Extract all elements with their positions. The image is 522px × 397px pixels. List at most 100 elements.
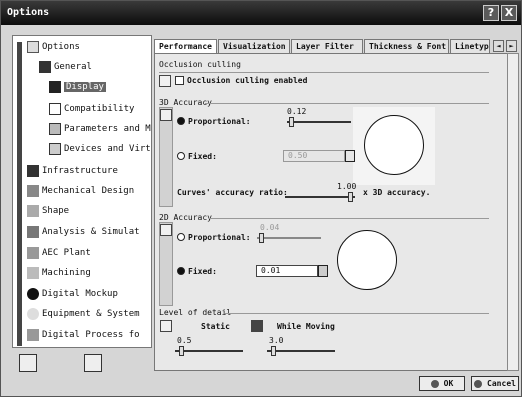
mechanical-design-icon	[27, 184, 39, 197]
tree-item-digital-process[interactable]: Digital Process fo	[27, 328, 140, 342]
tree-item-mechanical-design[interactable]: Mechanical Design	[27, 184, 134, 198]
curves-ratio-value: 1.00	[337, 182, 357, 191]
curves-ratio-thumb[interactable]	[348, 192, 353, 202]
lod-static-slider[interactable]	[175, 350, 243, 352]
export-options-icon[interactable]	[84, 354, 102, 372]
tree-root-label: Options	[42, 42, 80, 52]
accuracy3d-proportional-value: 0.12	[287, 107, 307, 116]
tree-item-label: Shape	[42, 206, 70, 216]
tree-item-label: Infrastructure	[42, 166, 118, 176]
display-icon	[49, 80, 61, 93]
accuracy3d-fixed-field[interactable]: 0.50	[283, 150, 345, 162]
occlusion-checkbox[interactable]	[175, 76, 184, 85]
lod-moving-slider[interactable]	[267, 350, 335, 352]
accuracy3d-fixed-radio[interactable]	[177, 152, 185, 160]
digital-process-icon	[27, 328, 39, 341]
cancel-icon	[474, 379, 483, 388]
ok-icon	[430, 379, 439, 388]
accuracy2d-proportional-label: Proportional:	[188, 233, 251, 242]
occlusion-icon	[159, 75, 171, 87]
tab-thickness-font[interactable]: Thickness & Font	[364, 39, 449, 53]
accuracy2d-fixed-radio[interactable]	[177, 267, 185, 275]
lod-static-value: 0.5	[177, 336, 192, 345]
accuracy3d-icon	[160, 109, 172, 121]
tree-item-label: Analysis & Simulat	[42, 227, 140, 237]
accuracy2d-proportional-thumb[interactable]	[259, 233, 264, 243]
accuracy3d-sidebar	[159, 107, 173, 207]
panel-scrollbar[interactable]	[507, 53, 519, 371]
tree-item-equipment[interactable]: Equipment & System	[27, 307, 140, 321]
tab-visualization[interactable]: Visualization	[218, 39, 290, 53]
lod-title: Level of detail	[159, 308, 232, 317]
tree-item-parameters[interactable]: Parameters and M	[49, 122, 151, 136]
accuracy2d-proportional-radio[interactable]	[177, 233, 185, 241]
tree-item-infrastructure[interactable]: Infrastructure	[27, 164, 118, 178]
lod-moving-label: While Moving	[277, 322, 335, 331]
lod-static-label: Static	[201, 322, 230, 331]
tree-item-shape[interactable]: Shape	[27, 204, 69, 218]
cancel-button[interactable]: Cancel	[471, 376, 519, 391]
accuracy3d-proportional-label: Proportional:	[188, 117, 251, 126]
curves-ratio-suffix: x 3D accuracy.	[363, 188, 431, 197]
close-button[interactable]: X	[501, 5, 517, 21]
curves-ratio-slider[interactable]	[285, 196, 355, 198]
tree-item-machining[interactable]: Machining	[27, 266, 91, 280]
divider	[159, 72, 489, 73]
general-icon	[39, 60, 51, 73]
tree-item-devices[interactable]: Devices and Virt	[49, 142, 151, 156]
tree-root[interactable]: Options	[27, 40, 80, 54]
tab-scroll-right[interactable]: ►	[506, 40, 517, 52]
accuracy3d-proportional-thumb[interactable]	[289, 117, 294, 127]
help-button[interactable]: ?	[483, 5, 499, 21]
divider	[209, 218, 489, 219]
accuracy2d-icon	[160, 224, 172, 236]
tree-item-aec-plant[interactable]: AEC Plant	[27, 246, 91, 260]
ok-label: OK	[443, 379, 454, 388]
reset-options-icon[interactable]	[19, 354, 37, 372]
performance-panel: Occlusion culling Occlusion culling enab…	[154, 53, 509, 371]
title-bar: Options ? X	[1, 1, 521, 25]
tree-item-digital-mockup[interactable]: Digital Mockup	[27, 287, 118, 301]
lod-static-icon	[160, 320, 172, 332]
cancel-label: Cancel	[487, 379, 516, 388]
tree-item-analysis[interactable]: Analysis & Simulat	[27, 225, 140, 239]
tree-toolbar	[12, 350, 152, 378]
lod-moving-value: 3.0	[269, 336, 284, 345]
ok-button[interactable]: OK	[419, 376, 465, 391]
tree-item-label: Digital Process fo	[42, 330, 140, 340]
tree-item-label: Equipment & System	[42, 309, 140, 319]
accuracy2d-proportional-slider[interactable]	[257, 237, 321, 239]
tab-scroll-left[interactable]: ◄	[493, 40, 504, 52]
accuracy2d-title: 2D Accuracy	[159, 213, 212, 222]
tab-linetype[interactable]: Linetyp	[450, 39, 490, 53]
tree-item-label: AEC Plant	[42, 248, 91, 258]
equipment-icon	[27, 307, 39, 320]
accuracy2d-fixed-spinner[interactable]	[318, 265, 328, 277]
tree-item-general[interactable]: General	[39, 60, 92, 74]
tree-item-display[interactable]: Display	[49, 80, 106, 94]
occlusion-checkbox-label: Occlusion culling enabled	[187, 76, 308, 85]
lod-static-thumb[interactable]	[179, 346, 184, 356]
accuracy2d-fixed-field[interactable]: 0.01	[256, 265, 318, 277]
options-window: Options ? X Options General Display Comp…	[0, 0, 522, 397]
machining-icon	[27, 266, 39, 279]
lod-moving-thumb[interactable]	[271, 346, 276, 356]
divider	[205, 103, 489, 104]
tree-scrollbar[interactable]	[17, 42, 22, 346]
accuracy3d-preview	[353, 107, 435, 185]
tab-layer-filter[interactable]: Layer Filter	[291, 39, 363, 53]
accuracy2d-preview-circle	[337, 230, 397, 290]
tree-item-label: Compatibility	[64, 104, 135, 114]
tree-item-label: Devices and Virt	[64, 144, 151, 154]
divider	[225, 313, 489, 314]
tab-performance[interactable]: Performance	[154, 39, 217, 53]
accuracy2d-fixed-label: Fixed:	[188, 267, 217, 276]
tree-item-compatibility[interactable]: Compatibility	[49, 102, 134, 116]
accuracy3d-fixed-spinner[interactable]	[345, 150, 355, 162]
options-icon	[27, 40, 39, 53]
accuracy3d-fixed-label: Fixed:	[188, 152, 217, 161]
accuracy3d-proportional-slider[interactable]	[287, 121, 351, 123]
compatibility-icon	[49, 102, 61, 115]
accuracy3d-proportional-radio[interactable]	[177, 117, 185, 125]
tree-item-label: Display	[64, 82, 106, 92]
